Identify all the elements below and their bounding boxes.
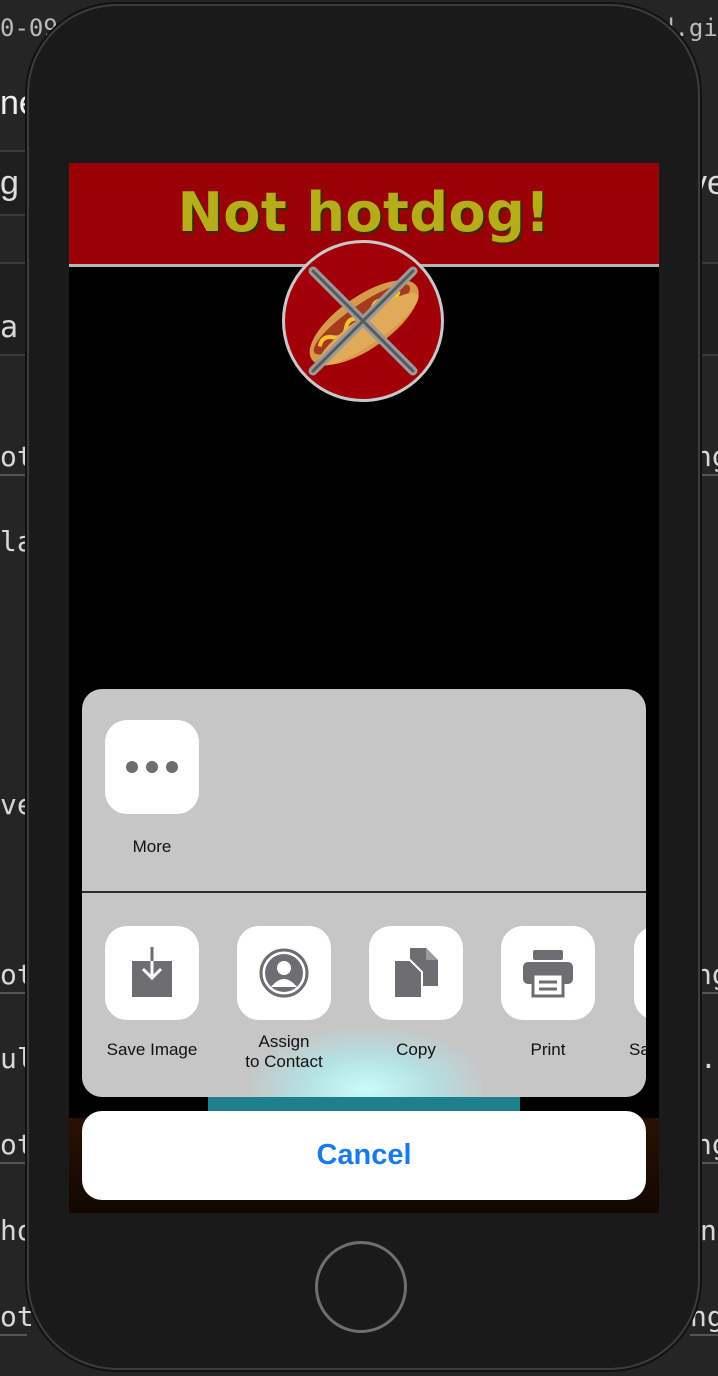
bg-underline (0, 1334, 27, 1336)
bg-text: . (700, 1042, 717, 1075)
bg-underline (690, 1334, 718, 1336)
bg-text: ot (0, 1300, 34, 1333)
bg-text: g (0, 164, 19, 202)
bg-text: n (700, 1214, 717, 1247)
result-title: Not hotdog! (177, 181, 551, 244)
home-button[interactable] (315, 1241, 407, 1333)
print-button[interactable]: Print (493, 926, 603, 1060)
assign-contact-button[interactable]: Assign to Contact (229, 926, 339, 1072)
save-image-button[interactable]: Save Image (97, 926, 207, 1060)
share-more-button[interactable]: More (97, 720, 207, 857)
bg-underline (0, 992, 27, 994)
bg-underline (0, 474, 27, 476)
save-image-label: Save Image (106, 1040, 198, 1059)
bg-text: a (0, 310, 19, 345)
sheet-divider (82, 891, 646, 893)
partial-action-button[interactable]: Sa (625, 926, 646, 1060)
share-more-label: More (132, 837, 172, 856)
print-label: Print (530, 1040, 566, 1059)
contact-icon (237, 926, 331, 1020)
assign-contact-label: Assign to Contact (245, 1032, 323, 1071)
copy-icon (369, 926, 463, 1020)
save-image-icon (105, 926, 199, 1020)
printer-icon (501, 926, 595, 1020)
cancel-button[interactable]: Cancel (82, 1111, 646, 1200)
bg-underline (0, 1162, 27, 1164)
copy-button[interactable]: Copy (361, 926, 471, 1060)
more-dots-icon (105, 720, 199, 814)
partial-action-icon (634, 926, 646, 1020)
share-sheet: More Save Image Assign to Contact Copy P… (82, 689, 646, 1097)
partial-action-label: Sa (629, 1040, 646, 1059)
copy-label: Copy (396, 1040, 436, 1059)
crossed-hotdog-icon (282, 240, 444, 402)
